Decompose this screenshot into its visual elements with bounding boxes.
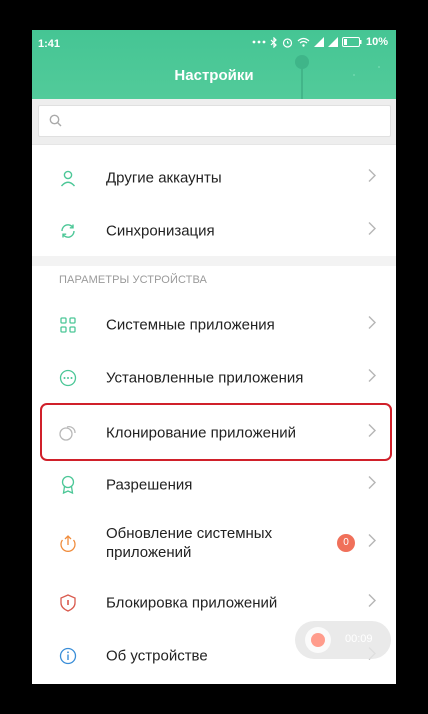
sync-icon <box>58 221 78 241</box>
update-count-badge: 0 <box>337 534 355 552</box>
search-area <box>32 99 396 144</box>
update-icon <box>58 533 78 553</box>
chevron-right-icon <box>368 534 376 553</box>
settings-item-label: Об устройстве <box>106 647 208 664</box>
settings-item-update-system-apps[interactable]: Обновление системных приложений 0 <box>32 517 396 569</box>
settings-item-label: Другие аккаунты <box>106 169 222 186</box>
section-separator <box>32 256 396 266</box>
record-button[interactable] <box>305 627 331 653</box>
settings-item-label: Разрешения <box>106 476 193 493</box>
search-input[interactable] <box>69 106 383 138</box>
more-circle-icon <box>58 368 78 388</box>
chevron-right-icon <box>368 593 376 612</box>
settings-item-label: Системные приложения <box>106 316 275 333</box>
signal-icon <box>327 37 338 47</box>
settings-item-label: Блокировка приложений <box>106 594 278 611</box>
search-box[interactable] <box>38 105 391 138</box>
status-icons: 10% <box>252 36 388 48</box>
settings-item-installed-apps[interactable]: Установленные приложения <box>32 351 396 404</box>
chevron-right-icon <box>368 221 376 240</box>
settings-item-permissions[interactable]: Разрешения <box>32 458 396 511</box>
screen-recorder-widget[interactable]: 00:09 <box>295 621 391 659</box>
settings-item-sync[interactable]: Синхронизация <box>32 204 396 257</box>
alarm-icon <box>282 37 293 48</box>
settings-item-label: Обновление системных приложений <box>106 525 273 561</box>
battery-icon <box>341 37 362 47</box>
apps-grid-icon <box>58 315 78 335</box>
status-time: 1:41 <box>38 38 61 50</box>
badge-icon <box>58 475 78 495</box>
dots-icon <box>252 39 266 45</box>
chevron-right-icon <box>368 475 376 494</box>
section-header-device: ПАРАМЕТРЫ УСТРОЙСТВА <box>59 274 207 286</box>
recorder-time: 00:09 <box>345 633 373 645</box>
wifi-icon <box>297 37 310 47</box>
settings-item-system-apps[interactable]: Системные приложения <box>32 298 396 351</box>
header-bar: 1:41 10% Настройки <box>32 30 396 99</box>
bluetooth-icon <box>270 36 278 48</box>
page-title: Настройки <box>174 67 254 84</box>
highlight-box <box>40 403 392 461</box>
chevron-right-icon <box>368 368 376 387</box>
divider <box>32 144 396 145</box>
settings-item-other-accounts[interactable]: Другие аккаунты <box>32 151 396 204</box>
person-icon <box>58 168 78 188</box>
shield-icon <box>58 593 78 613</box>
phone-screen: 1:41 10% Настройки Другие аккаунты Синхр… <box>32 30 396 684</box>
battery-percent: 10% <box>365 36 388 48</box>
info-icon <box>58 646 78 666</box>
settings-item-label: Синхронизация <box>106 222 215 239</box>
signal-icon <box>313 37 324 47</box>
chevron-right-icon <box>368 168 376 187</box>
chevron-right-icon <box>368 315 376 334</box>
search-icon <box>49 114 62 132</box>
settings-item-label: Установленные приложения <box>106 369 304 386</box>
